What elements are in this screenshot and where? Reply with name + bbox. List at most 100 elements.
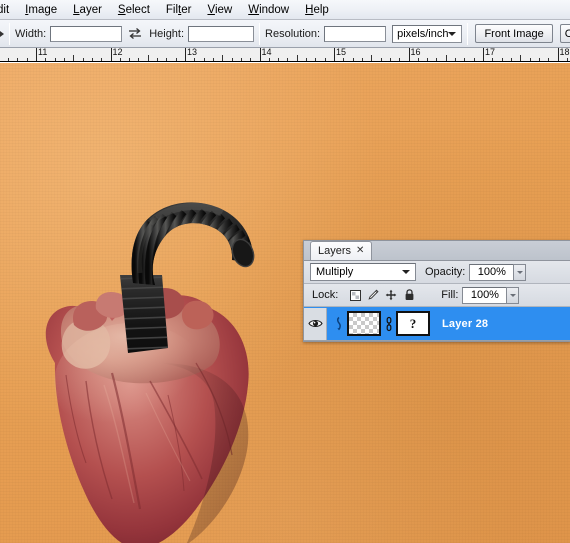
menu-item-select[interactable]: Select <box>110 1 158 19</box>
ruler-tick <box>129 58 131 61</box>
link-brush-icon[interactable] <box>333 316 345 332</box>
lock-image-pixels-icon[interactable] <box>367 289 379 301</box>
tab-layers-label: Layers <box>318 245 352 257</box>
ruler-tick <box>436 58 438 61</box>
ruler-tick <box>399 58 401 61</box>
table-row[interactable]: ? Layer 28 <box>304 307 570 341</box>
ruler-label: 18 <box>559 48 570 57</box>
chevron-down-icon <box>516 270 523 274</box>
ruler-tick <box>54 58 56 61</box>
ruler-label: 11 <box>38 48 48 57</box>
lock-transparent-pixels-icon[interactable] <box>349 289 361 301</box>
resolution-units-value: pixels/inch <box>397 27 449 40</box>
lock-fill-row: Lock: Fill: 100% <box>304 284 570 307</box>
swap-width-height-button[interactable] <box>128 25 143 43</box>
width-input[interactable] <box>50 25 123 42</box>
height-input[interactable] <box>188 25 255 42</box>
layer-mask-thumbnail[interactable]: ? <box>396 311 430 336</box>
ruler-tick <box>138 58 140 61</box>
ruler-tick <box>455 58 457 61</box>
resolution-label: Resolution: <box>265 27 321 40</box>
menu-item-help[interactable]: Help <box>297 1 337 19</box>
layer-visibility-toggle[interactable] <box>304 307 327 340</box>
menu-item-window[interactable]: Window <box>240 1 297 19</box>
chevron-down-icon <box>402 270 410 274</box>
ruler-tick <box>520 55 522 61</box>
menu-item-label: dit <box>0 3 10 16</box>
ruler-tick <box>548 58 550 61</box>
ruler-tick <box>166 58 168 61</box>
chain-link-icon[interactable] <box>383 316 394 332</box>
resolution-units-dropdown[interactable]: pixels/inch <box>392 24 463 43</box>
blend-opacity-row: Multiply Opacity: 100% <box>304 261 570 284</box>
ruler-tick <box>464 58 466 61</box>
menu-item-edit[interactable]: dit <box>0 1 17 19</box>
ruler-tick <box>63 58 65 61</box>
menu-item-image[interactable]: Image <box>17 1 65 19</box>
opacity-stepper[interactable] <box>513 263 527 281</box>
ruler-tick <box>306 58 308 61</box>
panel-tab-strip: Layers ✕ <box>304 241 570 261</box>
ruler-tick <box>492 58 494 61</box>
blend-mode-dropdown[interactable]: Multiply <box>310 263 416 281</box>
clear-button[interactable]: Cl <box>559 24 570 43</box>
ruler-tick <box>566 58 568 61</box>
ruler-tick <box>17 58 19 61</box>
ruler-tick <box>352 58 354 61</box>
lock-all-icon[interactable] <box>403 289 415 301</box>
ruler-label: 13 <box>187 48 198 57</box>
menu-item-label: Help <box>305 3 329 16</box>
ruler-tick <box>250 58 252 61</box>
menu-item-label: Layer <box>73 3 102 16</box>
ruler-tick <box>538 58 540 61</box>
ruler-tick <box>175 58 177 61</box>
menu-item-view[interactable]: View <box>199 1 240 19</box>
layers-panel: Layers ✕ Multiply Opacity: 100% Lock: Fi… <box>303 240 570 342</box>
close-icon[interactable]: ✕ <box>356 246 364 256</box>
fill-stepper[interactable] <box>506 286 520 304</box>
tool-preset-picker[interactable] <box>0 20 4 47</box>
ruler-label: 12 <box>112 48 123 57</box>
width-label: Width: <box>15 27 47 40</box>
ruler-tick <box>203 58 205 61</box>
ruler-tick <box>287 58 289 61</box>
blend-mode-value: Multiply <box>316 266 354 278</box>
ruler-tick <box>231 58 233 61</box>
front-image-button[interactable]: Front Image <box>475 24 553 43</box>
ruler-tick <box>101 58 103 61</box>
fill-value[interactable]: 100% <box>462 286 507 304</box>
menu-item-label: Window <box>248 3 290 16</box>
menu-item-filter[interactable]: Filter <box>158 1 200 19</box>
opacity-value[interactable]: 100% <box>469 263 514 281</box>
options-bar: Width: Height: Resolution: pixels/inch F… <box>0 20 570 48</box>
menu-item-layer[interactable]: Layer <box>65 1 110 19</box>
ruler-tick <box>268 58 270 61</box>
ruler-tick <box>501 58 503 61</box>
ruler-tick <box>157 58 159 61</box>
ruler-tick <box>82 58 84 61</box>
ruler-tick <box>324 58 326 61</box>
ruler-tick <box>371 55 373 61</box>
menu-item-label: Image <box>25 3 58 16</box>
clear-label: Cl <box>564 27 570 40</box>
chevron-down-icon <box>448 31 457 36</box>
opacity-label: Opacity: <box>425 266 466 278</box>
ruler-tick <box>240 58 242 61</box>
lock-position-icon[interactable] <box>385 289 397 301</box>
ruler-tick <box>278 58 280 61</box>
ruler-tick <box>91 58 93 61</box>
ruler-tick <box>8 58 10 61</box>
front-image-label: Front Image <box>484 27 544 40</box>
layer-thumbnail[interactable] <box>347 311 381 336</box>
chevron-down-icon <box>509 293 516 297</box>
chevron-right-icon <box>0 30 4 37</box>
ruler-label: 14 <box>261 48 272 57</box>
layer-name-label: Layer 28 <box>442 317 489 330</box>
ruler-label: 17 <box>485 48 496 57</box>
tab-layers[interactable]: Layers ✕ <box>310 241 373 260</box>
ruler-tick <box>147 55 149 61</box>
resolution-input[interactable] <box>324 25 387 42</box>
horizontal-ruler[interactable]: 11 12 13 14 15 16 17 18 <box>0 48 570 62</box>
ruler-tick <box>417 58 419 61</box>
lock-label: Lock: <box>312 289 339 301</box>
